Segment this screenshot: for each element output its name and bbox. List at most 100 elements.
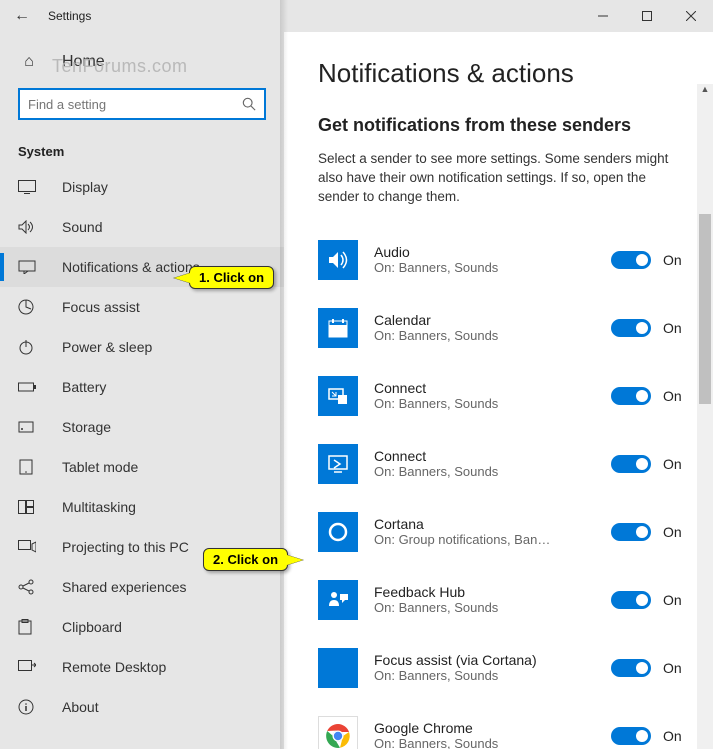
toggle-state: On — [663, 252, 689, 268]
sender-subtext: On: Banners, Sounds — [374, 464, 554, 479]
search-icon — [242, 97, 256, 111]
app-icon-connect — [318, 376, 358, 416]
sidebar-item-label: Focus assist — [62, 299, 140, 315]
sidebar-item-power-sleep[interactable]: Power & sleep — [0, 327, 284, 367]
app-icon-feedback — [318, 580, 358, 620]
sender-row[interactable]: ConnectOn: Banners, Sounds On — [318, 369, 689, 423]
sender-subtext: On: Banners, Sounds — [374, 328, 554, 343]
sidebar-item-label: Multitasking — [62, 499, 136, 515]
nav-list: DisplaySoundNotifications & actionsFocus… — [0, 167, 284, 727]
toggle-switch[interactable] — [611, 319, 651, 337]
toggle-switch[interactable] — [611, 727, 651, 745]
toggle-switch[interactable] — [611, 591, 651, 609]
app-icon-connect2 — [318, 444, 358, 484]
app-icon-blank — [318, 648, 358, 688]
sound-icon — [18, 220, 40, 234]
sidebar-item-about[interactable]: About — [0, 687, 284, 727]
toggle-state: On — [663, 388, 689, 404]
app-icon-calendar — [318, 308, 358, 348]
sidebar-item-focus-assist[interactable]: Focus assist — [0, 287, 284, 327]
shared-icon — [18, 579, 40, 595]
home-button[interactable]: ⌂ Home — [0, 42, 284, 82]
power-icon — [18, 339, 40, 355]
toggle-switch[interactable] — [611, 455, 651, 473]
toggle-state: On — [663, 660, 689, 676]
page-title: Notifications & actions — [318, 58, 689, 89]
sidebar-item-label: Shared experiences — [62, 579, 187, 595]
window-title: Settings — [48, 9, 91, 23]
home-label: Home — [62, 53, 105, 71]
scrollbar-thumb[interactable] — [699, 214, 711, 404]
app-icon-chrome — [318, 716, 358, 749]
focus-icon — [18, 299, 40, 315]
sender-name: Google Chrome — [374, 720, 611, 736]
sidebar-item-battery[interactable]: Battery — [0, 367, 284, 407]
sidebar-item-multitasking[interactable]: Multitasking — [0, 487, 284, 527]
sidebar-item-shared-experiences[interactable]: Shared experiences — [0, 567, 284, 607]
sidebar-item-remote-desktop[interactable]: Remote Desktop — [0, 647, 284, 687]
sidebar-item-label: Projecting to this PC — [62, 539, 189, 555]
home-icon: ⌂ — [18, 53, 40, 71]
callout-1: 1. Click on — [189, 266, 274, 289]
sidebar-item-storage[interactable]: Storage — [0, 407, 284, 447]
page-description: Select a sender to see more settings. So… — [318, 150, 688, 207]
sender-name: Connect — [374, 448, 611, 464]
toggle-state: On — [663, 320, 689, 336]
maximize-button[interactable] — [625, 0, 669, 32]
notifications-icon — [18, 260, 40, 274]
sender-row[interactable]: Focus assist (via Cortana)On: Banners, S… — [318, 641, 689, 695]
sender-row[interactable]: AudioOn: Banners, Sounds On — [318, 233, 689, 287]
close-button[interactable] — [669, 0, 713, 32]
battery-icon — [18, 381, 40, 393]
senders-list: AudioOn: Banners, SoundsOnCalendarOn: Ba… — [318, 233, 689, 749]
minimize-button[interactable] — [581, 0, 625, 32]
toggle-switch[interactable] — [611, 251, 651, 269]
sender-row[interactable]: Google ChromeOn: Banners, Sounds On — [318, 709, 689, 749]
app-icon-audio — [318, 240, 358, 280]
sender-row[interactable]: CortanaOn: Group notifications, Banners,… — [318, 505, 689, 559]
toggle-switch[interactable] — [611, 523, 651, 541]
sender-subtext: On: Banners, Sounds — [374, 260, 554, 275]
page-subheading: Get notifications from these senders — [318, 115, 689, 136]
toggle-state: On — [663, 728, 689, 744]
sidebar-item-label: Tablet mode — [62, 459, 138, 475]
storage-icon — [18, 419, 40, 435]
content-pane: Notifications & actions Get notification… — [284, 32, 713, 749]
toggle-switch[interactable] — [611, 387, 651, 405]
sender-name: Feedback Hub — [374, 584, 611, 600]
sender-name: Calendar — [374, 312, 611, 328]
title-bar: ← Settings — [0, 0, 713, 32]
toggle-state: On — [663, 524, 689, 540]
sender-name: Cortana — [374, 516, 611, 532]
sidebar-item-tablet-mode[interactable]: Tablet mode — [0, 447, 284, 487]
sidebar-item-label: Storage — [62, 419, 111, 435]
sidebar-item-label: Clipboard — [62, 619, 122, 635]
clipboard-icon — [18, 619, 40, 635]
sidebar-item-label: About — [62, 699, 99, 715]
toggle-state: On — [663, 456, 689, 472]
toggle-switch[interactable] — [611, 659, 651, 677]
sender-row[interactable]: ConnectOn: Banners, Sounds On — [318, 437, 689, 491]
sender-name: Connect — [374, 380, 611, 396]
multitasking-icon — [18, 500, 40, 514]
projecting-icon — [18, 540, 40, 554]
remote-icon — [18, 660, 40, 674]
tablet-icon — [18, 459, 40, 475]
search-input[interactable] — [28, 97, 242, 112]
sidebar-item-clipboard[interactable]: Clipboard — [0, 607, 284, 647]
app-icon-cortana — [318, 512, 358, 552]
back-button[interactable]: ← — [0, 7, 44, 25]
scroll-up-button[interactable]: ▲ — [697, 84, 713, 100]
display-icon — [18, 180, 40, 194]
sidebar-item-label: Power & sleep — [62, 339, 152, 355]
sender-subtext: On: Banners, Sounds — [374, 396, 554, 411]
search-box[interactable] — [18, 88, 266, 120]
sidebar-item-sound[interactable]: Sound — [0, 207, 284, 247]
sidebar-item-label: Battery — [62, 379, 106, 395]
callout-2: 2. Click on — [203, 548, 288, 571]
sender-row[interactable]: Feedback HubOn: Banners, SoundsOn — [318, 573, 689, 627]
sender-row[interactable]: CalendarOn: Banners, Sounds On — [318, 301, 689, 355]
sender-name: Audio — [374, 244, 611, 260]
sender-subtext: On: Banners, Sounds — [374, 736, 554, 749]
sidebar-item-display[interactable]: Display — [0, 167, 284, 207]
